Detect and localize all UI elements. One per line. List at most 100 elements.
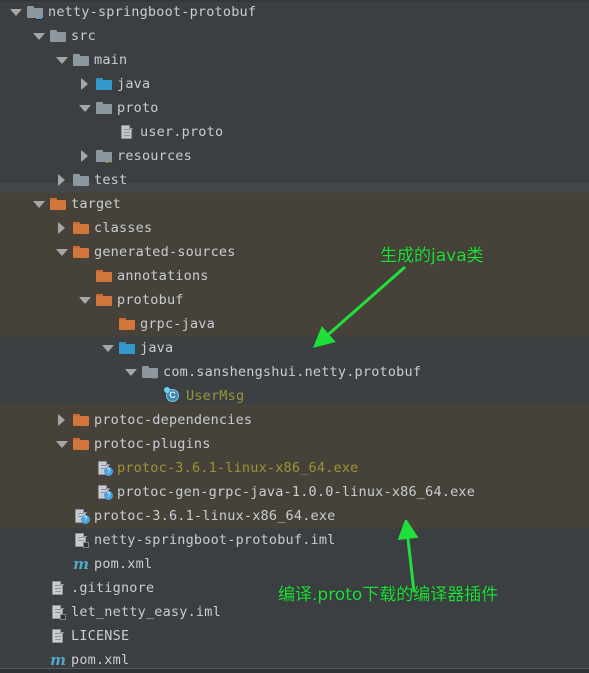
folder-package-icon <box>142 364 158 380</box>
chevron-down-icon[interactable] <box>10 6 22 18</box>
folder-orange-icon <box>73 412 89 428</box>
tree-row[interactable]: java <box>0 336 589 360</box>
tree-row[interactable]: protobuf <box>0 288 589 312</box>
no-toggle-spacer <box>102 318 114 330</box>
chevron-down-icon[interactable] <box>102 342 114 354</box>
chevron-down-icon[interactable] <box>56 54 68 66</box>
chevron-down-icon[interactable] <box>33 198 45 210</box>
tree-row-label: generated-sources <box>94 244 236 260</box>
tree-row[interactable]: test <box>0 168 589 192</box>
no-toggle-spacer <box>33 630 45 642</box>
no-toggle-spacer <box>148 390 160 402</box>
folder-orange-icon <box>50 196 66 212</box>
tree-row[interactable]: m pom.xml <box>0 552 589 576</box>
folder-blue-sources-icon <box>96 76 112 92</box>
no-toggle-spacer <box>56 558 68 570</box>
no-toggle-spacer <box>79 486 91 498</box>
chevron-down-icon[interactable] <box>33 30 45 42</box>
chevron-down-icon[interactable] <box>56 438 68 450</box>
text-file-icon <box>50 580 66 596</box>
project-tree-panel[interactable]: netty-springboot-protobuf src main java prot… <box>0 0 589 673</box>
folder-orange-icon <box>73 220 89 236</box>
tree-row[interactable]: classes <box>0 216 589 240</box>
tree-row-label: .gitignore <box>71 580 155 596</box>
tree-row[interactable]: ? protoc-3.6.1-linux-x86_64.exe <box>0 504 589 528</box>
folder-gray-icon <box>73 172 89 188</box>
chevron-down-icon[interactable] <box>56 246 68 258</box>
tree-row[interactable]: annotations <box>0 264 589 288</box>
chevron-right-icon[interactable] <box>56 414 68 426</box>
chevron-right-icon[interactable] <box>79 78 91 90</box>
annotation-label-generated-java: 生成的java类 <box>380 246 484 266</box>
tree-row-label: protoc-plugins <box>94 436 211 452</box>
tree-row[interactable]: generated-sources <box>0 240 589 264</box>
maven-file-icon: m <box>73 555 89 573</box>
folder-orange-icon <box>73 244 89 260</box>
tree-row-label: protoc-dependencies <box>94 412 253 428</box>
chevron-down-icon[interactable] <box>125 366 137 378</box>
tree-row[interactable]: C UserMsg <box>0 384 589 408</box>
no-toggle-spacer <box>33 606 45 618</box>
tree-row[interactable]: src <box>0 24 589 48</box>
unknown-file-icon: ? <box>96 484 113 500</box>
tree-row-label: proto <box>117 100 159 116</box>
chevron-right-icon[interactable] <box>56 222 68 234</box>
folder-gray-icon <box>50 28 66 44</box>
tree-row-label: let_netty_easy.iml <box>71 604 221 620</box>
text-file-icon <box>50 628 66 644</box>
folder-resources-icon <box>96 148 113 164</box>
tree-row[interactable]: target <box>0 192 589 216</box>
tree-row[interactable]: ? protoc-3.6.1-linux-x86_64.exe <box>0 456 589 480</box>
folder-orange-icon <box>73 436 89 452</box>
java-class-icon: C <box>164 387 181 404</box>
tree-row-label: grpc-java <box>140 316 215 332</box>
tree-row[interactable]: main <box>0 48 589 72</box>
tree-row[interactable]: LICENSE <box>0 624 589 648</box>
tree-row-label: java <box>117 76 151 92</box>
tree-row-label: src <box>71 28 96 44</box>
folder-orange-icon <box>96 292 112 308</box>
tree-row[interactable]: ? protoc-gen-grpc-java-1.0.0-linux-x86_64… <box>0 480 589 504</box>
folder-gray-icon <box>96 100 112 116</box>
tree-row-label: test <box>94 172 128 188</box>
unknown-file-icon: ? <box>96 460 113 476</box>
tree-row[interactable]: java <box>0 72 589 96</box>
tree-row[interactable]: proto <box>0 96 589 120</box>
chevron-right-icon[interactable] <box>79 150 91 162</box>
tree-row[interactable]: com.sanshengshui.netty.protobuf <box>0 360 589 384</box>
no-toggle-spacer <box>102 126 114 138</box>
annotation-label-protoc-plugins: 编译.proto下载的编译器插件 <box>278 585 499 605</box>
tree-row-label: user.proto <box>140 124 224 140</box>
folder-orange-icon <box>96 268 112 284</box>
maven-file-icon: m <box>50 651 66 669</box>
tree-row[interactable]: netty-springboot-protobuf <box>0 0 589 24</box>
tree-row-label: protoc-gen-grpc-java-1.0.0-linux-x86_64.… <box>117 484 476 500</box>
no-toggle-spacer <box>56 510 68 522</box>
tree-row-label: classes <box>94 220 153 236</box>
tree-row[interactable]: protoc-plugins <box>0 432 589 456</box>
chevron-right-icon[interactable] <box>56 174 68 186</box>
tree-row-label: netty-springboot-protobuf.iml <box>94 532 336 548</box>
tree-row-label: LICENSE <box>71 628 130 644</box>
tree-row-label: main <box>94 52 128 68</box>
tree-row-label: resources <box>117 148 192 164</box>
folder-module-root-icon <box>27 4 43 20</box>
tree-row[interactable]: protoc-dependencies <box>0 408 589 432</box>
tree-row-label: protoc-3.6.1-linux-x86_64.exe <box>117 460 359 476</box>
chevron-down-icon[interactable] <box>79 294 91 306</box>
tree-row[interactable]: user.proto <box>0 120 589 144</box>
module-file-icon <box>73 532 89 548</box>
tree-row[interactable]: resources <box>0 144 589 168</box>
tree-row-label: java <box>140 340 174 356</box>
proto-file-icon <box>119 124 135 140</box>
tree-row[interactable]: grpc-java <box>0 312 589 336</box>
chevron-down-icon[interactable] <box>79 102 91 114</box>
tree-row-label: target <box>71 196 121 212</box>
no-toggle-spacer <box>33 654 45 666</box>
tree-row-label: pom.xml <box>94 556 153 572</box>
unknown-file-icon: ? <box>73 508 90 524</box>
tree-row[interactable]: netty-springboot-protobuf.iml <box>0 528 589 552</box>
no-toggle-spacer <box>33 582 45 594</box>
tree-row-label: protobuf <box>117 292 184 308</box>
no-toggle-spacer <box>79 462 91 474</box>
